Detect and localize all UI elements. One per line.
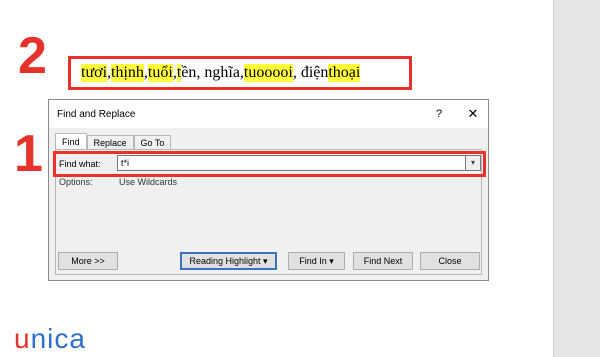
dialog-titlebar: Find and Replace ? ✕ (49, 100, 488, 128)
close-button[interactable]: Close (420, 252, 480, 270)
options-value: Use Wildcards (119, 177, 178, 187)
highlighted-match: tươi (81, 64, 108, 82)
reading-highlight-button[interactable]: Reading Highlight ▾ (180, 252, 277, 270)
document-margin-area (553, 0, 600, 357)
tab-replace[interactable]: Replace (86, 135, 134, 150)
logo-letter-u: u (14, 323, 31, 354)
find-what-highlight-frame (53, 151, 486, 177)
dialog-title: Find and Replace (57, 109, 136, 120)
highlighted-match: thoại (328, 64, 361, 82)
find-next-button[interactable]: Find Next (353, 252, 413, 270)
highlighted-sample-text: tươi, thịnh, tuổi, t ền, nghĩa, tuooooi, … (68, 56, 412, 90)
find-in-button[interactable]: Find In ▾ (288, 252, 345, 270)
sample-text: ền, nghĩa, (181, 64, 244, 81)
logo-text: nica (30, 323, 86, 354)
sample-text: , điện (292, 64, 329, 81)
tab-goto[interactable]: Go To (133, 135, 172, 150)
unica-logo: unica (14, 325, 86, 353)
highlighted-match: thịnh (111, 64, 144, 82)
step-number-1: 1 (14, 125, 43, 183)
highlighted-match: tuooooi (243, 64, 293, 82)
dialog-tabs: Find Replace Go To (55, 133, 172, 150)
close-icon[interactable]: ✕ (465, 106, 481, 122)
more-button[interactable]: More >> (58, 252, 118, 270)
step-number-2: 2 (18, 27, 47, 85)
highlighted-match: tuổi (147, 64, 173, 82)
help-button[interactable]: ? (431, 106, 447, 122)
options-label: Options: (59, 177, 93, 187)
tab-find[interactable]: Find (55, 133, 87, 150)
